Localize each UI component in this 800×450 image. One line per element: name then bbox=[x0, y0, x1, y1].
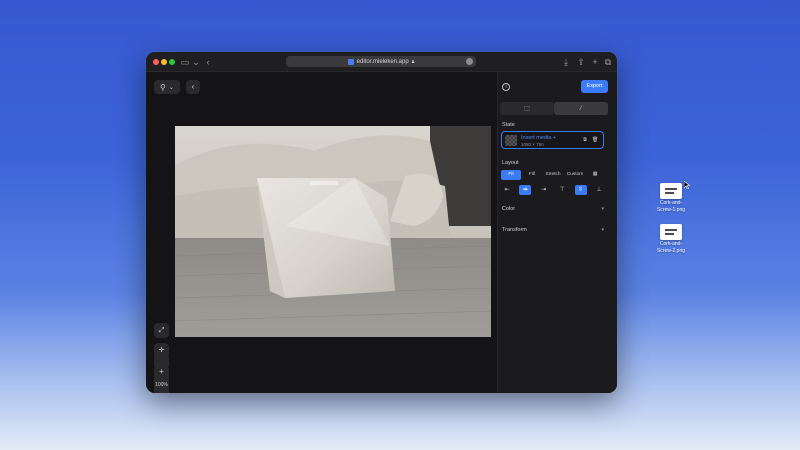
more-icon[interactable] bbox=[466, 58, 473, 65]
chevron-down-icon: ⌄ bbox=[168, 84, 174, 91]
new-tab-icon[interactable]: + bbox=[589, 56, 601, 68]
zoom-controls: + 100% − bbox=[154, 366, 169, 393]
media-name[interactable]: Insert media + bbox=[521, 135, 556, 141]
align-bottom-icon[interactable]: ⊥ bbox=[593, 185, 605, 195]
layout-options: Fit Fill Stretch Custom ▦ bbox=[501, 170, 605, 180]
zoom-in-button[interactable]: + bbox=[154, 366, 169, 378]
tabs-icon[interactable]: ⧉ bbox=[602, 56, 614, 68]
alignment-options: ⇤ ⇹ ⇥ ⊤ ⇳ ⊥ bbox=[501, 185, 605, 195]
browser-window: ▭ ⌄ ‹ editor.mieleken.app 🔒︎ ⤓ ⇪ + ⧉ ⚲ ⌄… bbox=[146, 52, 617, 393]
maximize-window-button[interactable] bbox=[169, 59, 175, 65]
canvas-photo[interactable] bbox=[175, 126, 491, 337]
share-icon[interactable]: ⇪ bbox=[575, 56, 587, 68]
center-icon: ✛ bbox=[158, 347, 165, 354]
file-thumbnail bbox=[660, 224, 682, 240]
expand-icon: ⤢ bbox=[158, 327, 165, 334]
layout-option-fill[interactable]: Fill bbox=[522, 170, 542, 180]
tool-selector[interactable]: ⚲ ⌄ bbox=[154, 80, 180, 94]
copy-icon[interactable]: ⧉ bbox=[582, 137, 588, 144]
grid-icon[interactable]: ▦ bbox=[587, 170, 603, 180]
address-bar[interactable]: editor.mieleken.app 🔒︎ bbox=[286, 56, 476, 67]
file-name-line2: Screw-1.png bbox=[656, 207, 686, 213]
expand-button[interactable]: ⤢ bbox=[154, 323, 169, 338]
tab-magic[interactable]: ⁄ bbox=[554, 102, 608, 115]
back-icon: ‹ bbox=[191, 82, 195, 91]
layout-option-stretch[interactable]: Stretch bbox=[543, 170, 563, 180]
panel-header: i Export bbox=[498, 72, 617, 100]
layout-label: Layout bbox=[502, 160, 519, 166]
media-thumbnail bbox=[505, 135, 517, 146]
minimize-window-button[interactable] bbox=[161, 59, 167, 65]
zoom-level: 100% bbox=[155, 382, 168, 388]
file-name-line1: Cork-and- bbox=[659, 241, 683, 247]
chevron-down-icon[interactable]: ⌄ bbox=[190, 56, 202, 68]
align-center-h-icon[interactable]: ⇹ bbox=[519, 185, 532, 195]
title-bar: ▭ ⌄ ‹ editor.mieleken.app 🔒︎ ⤓ ⇪ + ⧉ bbox=[146, 52, 617, 72]
chevron-down-icon: ▾ bbox=[601, 206, 604, 212]
back-button[interactable]: ‹ bbox=[186, 80, 200, 94]
editor-canvas[interactable]: ⚲ ⌄ ‹ ⤢ ✛ + 100% bbox=[146, 72, 497, 393]
color-label: Color bbox=[502, 206, 516, 212]
export-button[interactable]: Export bbox=[581, 80, 608, 93]
close-window-button[interactable] bbox=[153, 59, 159, 65]
align-top-icon[interactable]: ⊤ bbox=[556, 185, 568, 195]
media-card[interactable]: Insert media + 1080 × 750 ⧉ 🗑︎ bbox=[501, 131, 604, 149]
color-section[interactable]: Color ▾ bbox=[502, 206, 606, 215]
center-button[interactable]: ✛ bbox=[154, 343, 169, 358]
layout-option-fit[interactable]: Fit bbox=[501, 170, 521, 180]
pin-icon: ⚲ bbox=[160, 82, 166, 92]
properties-panel: i Export ⬚ ⁄ State Insert media + 1080 ×… bbox=[497, 72, 617, 393]
download-icon[interactable]: ⤓ bbox=[560, 56, 572, 68]
chevron-down-icon: ▾ bbox=[601, 227, 604, 233]
state-label: State bbox=[502, 122, 515, 128]
media-size: 1080 × 750 bbox=[521, 142, 544, 147]
lock-icon: 🔒︎ bbox=[411, 58, 415, 65]
magic-wand-icon: ⁄ bbox=[580, 105, 582, 112]
crop-icon: ⬚ bbox=[524, 106, 530, 112]
file-name-line2: Screw-2.png bbox=[656, 248, 686, 254]
layout-option-custom[interactable]: Custom bbox=[564, 170, 586, 180]
panel-tabs: ⬚ ⁄ bbox=[500, 102, 608, 115]
align-right-icon[interactable]: ⇥ bbox=[538, 185, 550, 195]
url-text: editor.mieleken.app bbox=[356, 58, 409, 65]
file-name-line1: Cork-and- bbox=[659, 200, 683, 206]
mouse-cursor-icon bbox=[684, 181, 690, 189]
desktop-file-2[interactable]: Cork-and- Screw-2.png bbox=[651, 224, 691, 254]
tab-crop[interactable]: ⬚ bbox=[500, 102, 554, 115]
transform-section[interactable]: Transform ▾ bbox=[502, 227, 606, 236]
trash-icon[interactable]: 🗑︎ bbox=[592, 137, 598, 144]
align-center-v-icon[interactable]: ⇳ bbox=[574, 185, 587, 195]
photo-illustration bbox=[175, 126, 491, 337]
transform-label: Transform bbox=[502, 227, 527, 233]
align-left-icon[interactable]: ⇤ bbox=[501, 185, 513, 195]
back-icon[interactable]: ‹ bbox=[202, 56, 214, 68]
file-thumbnail bbox=[660, 183, 682, 199]
site-favicon bbox=[347, 58, 354, 65]
info-icon[interactable]: i bbox=[502, 83, 510, 91]
